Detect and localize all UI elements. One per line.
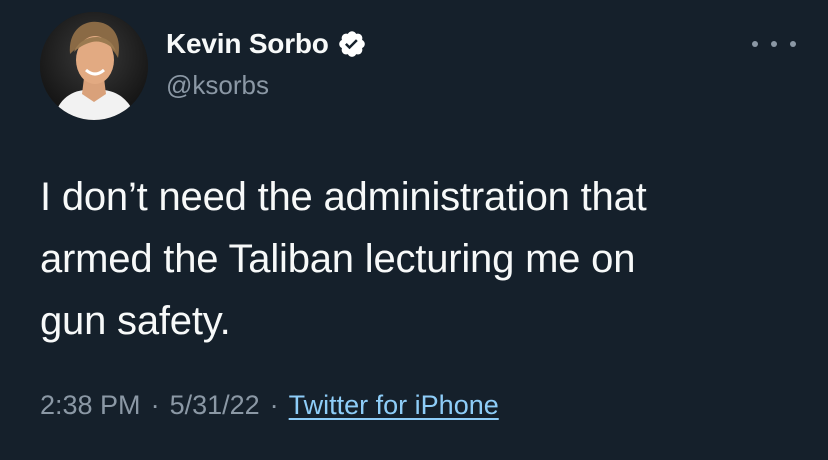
tweet-text-line: I don’t need the administration that (40, 175, 647, 219)
more-options-icon[interactable] (752, 34, 796, 54)
tweet-text-line: armed the Taliban lecturing me on (40, 237, 636, 281)
more-dot (790, 41, 796, 47)
more-dot (752, 41, 758, 47)
meta-separator: · (269, 390, 279, 420)
tweet-card: Kevin Sorbo @ksorbs I don’t need the adm… (0, 0, 828, 460)
meta-separator: · (150, 390, 160, 420)
author-avatar[interactable] (40, 12, 148, 120)
verified-badge-icon (337, 29, 367, 59)
author-display-name[interactable]: Kevin Sorbo (166, 28, 329, 60)
author-handle[interactable]: @ksorbs (166, 70, 269, 101)
tweet-text: I don’t need the administration that arm… (40, 166, 800, 352)
more-dot (771, 41, 777, 47)
author-name-row[interactable]: Kevin Sorbo (166, 26, 367, 62)
tweet-source-link[interactable]: Twitter for iPhone (289, 390, 499, 421)
tweet-text-line: gun safety. (40, 299, 231, 343)
tweet-date[interactable]: 5/31/22 (170, 390, 260, 421)
tweet-metadata: 2:38 PM · 5/31/22 · Twitter for iPhone (40, 390, 499, 421)
avatar-photo-icon (40, 12, 148, 120)
tweet-time[interactable]: 2:38 PM (40, 390, 141, 421)
